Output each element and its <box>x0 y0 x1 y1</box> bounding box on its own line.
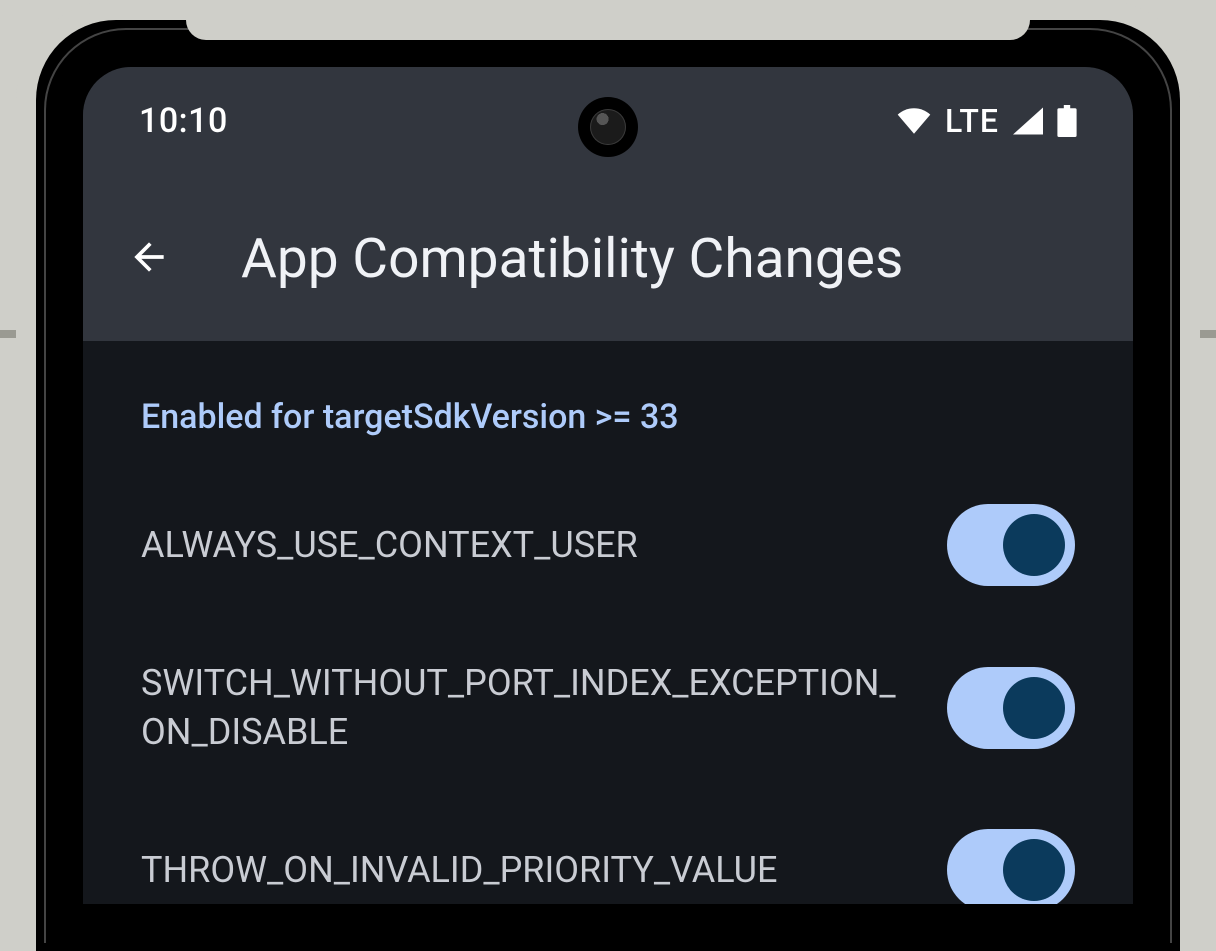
titlebar: App Compatibility Changes <box>83 147 1133 291</box>
wifi-icon <box>897 108 931 134</box>
toggle-thumb <box>1003 677 1065 739</box>
compat-row-label: ALWAYS_USE_CONTEXT_USER <box>141 521 638 570</box>
status-icons: LTE <box>897 102 1077 140</box>
device-frame: 10:10 LTE <box>16 0 1200 951</box>
page-title: App Compatibility Changes <box>241 227 903 291</box>
camera-lens-icon <box>590 109 626 145</box>
compat-row[interactable]: SWITCH_WITHOUT_PORT_INDEX_EXCEPTION_ON_D… <box>141 659 1075 756</box>
screen: 10:10 LTE <box>83 67 1133 904</box>
toggle-switch[interactable] <box>947 829 1075 904</box>
network-label: LTE <box>945 102 999 140</box>
arrow-back-icon <box>127 235 171 283</box>
content: Enabled for targetSdkVersion >= 33 ALWAY… <box>83 341 1133 904</box>
status-time: 10:10 <box>139 101 228 141</box>
device-frame-inner: 10:10 LTE <box>58 42 1158 929</box>
compat-row-label: THROW_ON_INVALID_PRIORITY_VALUE <box>141 846 777 895</box>
section-label: Enabled for targetSdkVersion >= 33 <box>141 397 1075 437</box>
compat-row[interactable]: ALWAYS_USE_CONTEXT_USER <box>141 501 1075 589</box>
toggle-switch[interactable] <box>947 504 1075 586</box>
cellular-icon <box>1013 107 1043 135</box>
compat-row[interactable]: THROW_ON_INVALID_PRIORITY_VALUE <box>141 826 1075 904</box>
toggle-thumb <box>1003 839 1065 901</box>
battery-icon <box>1057 105 1077 137</box>
back-button[interactable] <box>127 237 171 281</box>
camera-cutout <box>578 97 638 157</box>
toggle-thumb <box>1003 514 1065 576</box>
compat-row-label: SWITCH_WITHOUT_PORT_INDEX_EXCEPTION_ON_D… <box>141 659 907 756</box>
volume-button <box>1204 655 1216 951</box>
toggle-switch[interactable] <box>947 667 1075 749</box>
